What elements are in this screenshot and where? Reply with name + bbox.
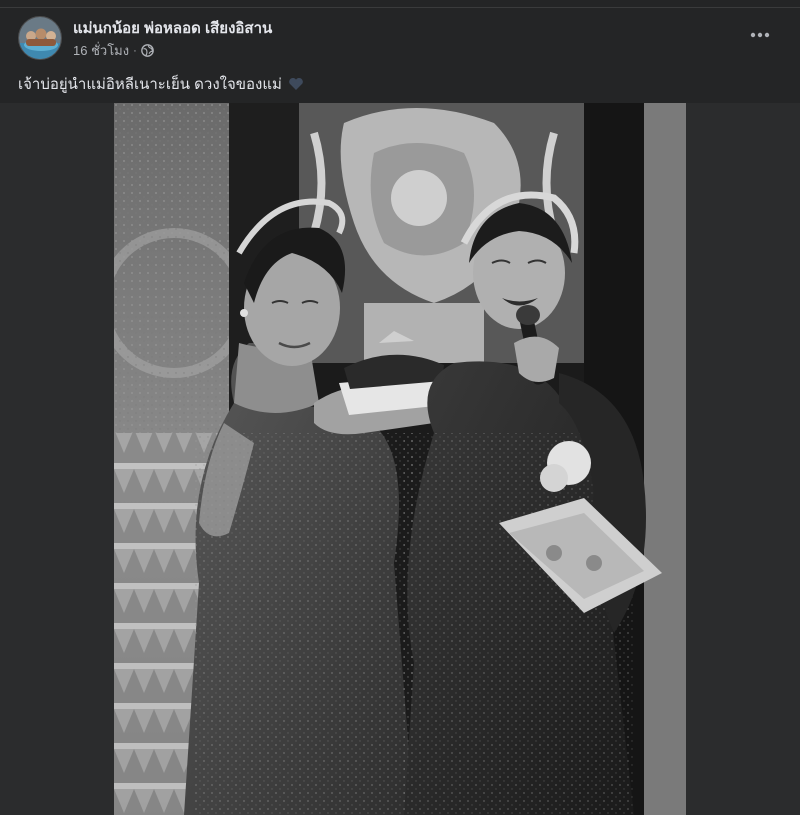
post-header: แม่นกน้อย พ่อหลอด เสียงอิสาน 16 ชั่วโมง … — [0, 8, 800, 68]
photo-image — [114, 103, 686, 815]
more-options-button[interactable] — [740, 20, 780, 50]
post-caption: เจ้าบ่อยู่นำแม่อิหลีเนาะเย็น ดวงใจของแม่ — [18, 72, 304, 96]
caption-text: เจ้าบ่อยู่นำแม่อิหลีเนาะเย็น ดวงใจของแม่ — [18, 76, 282, 93]
avatar-image — [19, 17, 61, 59]
post-meta: 16 ชั่วโมง · — [73, 40, 154, 61]
author-avatar[interactable] — [18, 16, 62, 60]
post-photo[interactable] — [114, 103, 686, 815]
photo-container — [0, 103, 800, 815]
meta-separator: · — [133, 44, 137, 57]
author-name[interactable]: แม่นกน้อย พ่อหลอด เสียงอิสาน — [73, 16, 272, 40]
globe-icon — [140, 44, 154, 57]
heart-icon — [289, 77, 303, 90]
more-options-icon — [750, 32, 770, 38]
top-divider — [0, 0, 800, 8]
post-time[interactable]: 16 ชั่วโมง — [73, 40, 129, 61]
